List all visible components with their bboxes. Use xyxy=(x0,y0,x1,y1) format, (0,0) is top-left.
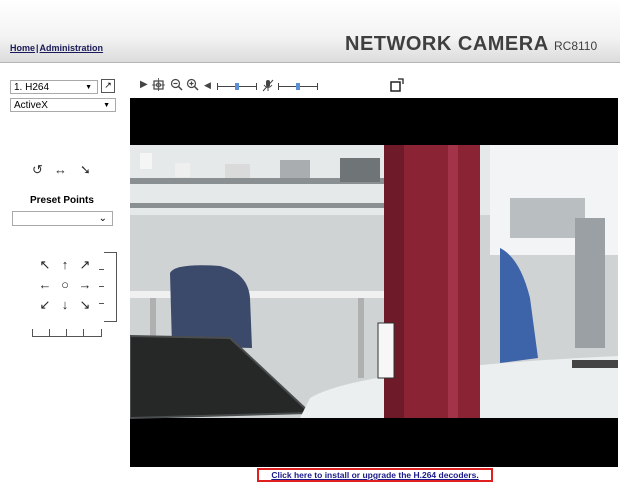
chevron-down-icon: ⌄ xyxy=(98,213,107,224)
install-decoder-link[interactable]: Click here to install or upgrade the H.2… xyxy=(271,470,478,480)
pan-down-right-icon[interactable]: ↘ xyxy=(76,296,94,314)
plugin-select-value: ActiveX xyxy=(14,100,48,111)
install-decoder-box: Click here to install or upgrade the H.2… xyxy=(257,468,493,482)
pan-left-icon[interactable]: ← xyxy=(36,276,54,294)
horizontal-flip-icon[interactable]: ↔ xyxy=(54,162,67,177)
microphone-icon[interactable] xyxy=(262,79,274,95)
focus-scale[interactable] xyxy=(32,328,102,337)
mic-slider-knob[interactable] xyxy=(296,83,300,90)
stream-select-value: 1. H264 xyxy=(14,82,50,93)
zoom-out-icon[interactable] xyxy=(170,78,183,94)
zoom-in-icon[interactable] xyxy=(186,78,199,94)
video-toolbar: ▶ ◀ xyxy=(138,78,418,96)
live-video-view[interactable] xyxy=(130,98,618,467)
mic-slider[interactable] xyxy=(278,83,318,90)
nav-separator: | xyxy=(36,43,39,53)
small-popout-icon[interactable]: ↗ xyxy=(101,79,115,93)
pan-down-icon[interactable]: ↓ xyxy=(56,296,74,314)
snapshot-icon[interactable] xyxy=(152,78,165,94)
cursor-icon[interactable]: ➘ xyxy=(80,162,91,178)
home-link[interactable]: Home xyxy=(10,43,35,53)
rotate-icon[interactable]: ↺ xyxy=(32,162,43,178)
ptz-rotate-controls: ↺ ↔ ➘ xyxy=(30,162,110,178)
home-position-icon[interactable]: ○ xyxy=(56,276,74,294)
plugin-select[interactable]: ActiveX ▼ xyxy=(10,98,116,112)
pan-down-left-icon[interactable]: ↙ xyxy=(36,296,54,314)
camera-frame xyxy=(130,98,618,467)
brand-title: NETWORK CAMERA xyxy=(345,33,549,55)
popout-icon[interactable] xyxy=(390,78,404,95)
pan-up-icon[interactable]: ↑ xyxy=(56,256,74,274)
pan-up-right-icon[interactable]: ↗ xyxy=(76,256,94,274)
administration-link[interactable]: Administration xyxy=(40,43,104,53)
chevron-down-icon: ▼ xyxy=(103,102,110,109)
nav-links: Home|Administration xyxy=(10,43,103,53)
page-header: Home|Administration NETWORK CAMERA RC811… xyxy=(0,0,620,63)
speaker-icon[interactable]: ◀ xyxy=(204,80,211,91)
zoom-scale[interactable] xyxy=(99,252,117,322)
pan-up-left-icon[interactable]: ↖ xyxy=(36,256,54,274)
chevron-down-icon: ▼ xyxy=(85,84,92,91)
preset-points-select[interactable]: ⌄ xyxy=(12,211,113,226)
preset-points-label: Preset Points xyxy=(30,195,94,206)
pan-right-icon[interactable]: → xyxy=(76,276,94,294)
volume-slider[interactable] xyxy=(217,83,257,90)
volume-slider-knob[interactable] xyxy=(235,83,239,90)
stream-select[interactable]: 1. H264 ▼ xyxy=(10,80,98,94)
play-icon[interactable]: ▶ xyxy=(140,79,148,90)
model-name: RC8110 xyxy=(554,39,598,53)
